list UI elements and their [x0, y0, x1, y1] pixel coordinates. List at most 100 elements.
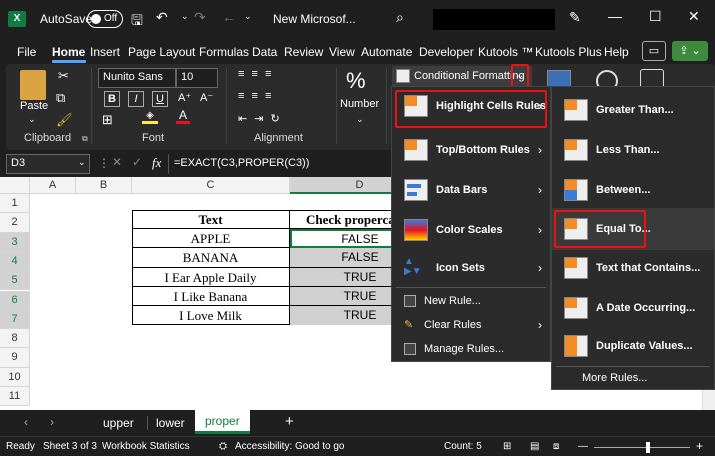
align-vertical-icons[interactable]: ≡ ≡ ≡	[238, 68, 273, 80]
row-header[interactable]: 6	[0, 290, 30, 310]
row-header[interactable]: 10	[0, 367, 30, 387]
row-header[interactable]: 5	[0, 271, 30, 291]
autosave-toggle[interactable]: Off	[87, 10, 123, 28]
sheet-tab-upper[interactable]: upper	[103, 416, 134, 430]
tab-home[interactable]: Home	[52, 45, 85, 59]
name-box-dropdown-icon[interactable]: ⌄	[78, 157, 86, 168]
menu-item-clear-rules[interactable]: ✎ Clear Rules ›	[392, 313, 550, 337]
menu-item-manage-rules[interactable]: Manage Rules...	[392, 337, 550, 361]
row-header[interactable]: 11	[0, 387, 30, 407]
pen-icon[interactable]: ✎	[569, 9, 581, 26]
underline-button[interactable]: U	[152, 91, 168, 107]
row-header[interactable]: 7	[0, 309, 30, 330]
tab-kutools[interactable]: Kutools ™	[478, 45, 533, 59]
redo-icon[interactable]: ↷	[194, 9, 206, 26]
paste-label[interactable]: Paste	[20, 100, 48, 112]
borders-icon[interactable]: ⊞	[102, 112, 113, 128]
row-header[interactable]: 1	[0, 194, 30, 214]
select-all-corner[interactable]	[0, 177, 30, 194]
bold-button[interactable]: B	[104, 91, 120, 107]
page-break-icon[interactable]: ⧈	[553, 441, 559, 452]
search-icon[interactable]: ⌕	[396, 9, 404, 26]
menu-item-color-scales[interactable]: Color Scales ›	[392, 211, 550, 249]
column-header[interactable]: B	[76, 177, 132, 194]
italic-button[interactable]: I	[128, 91, 144, 107]
accessibility-status[interactable]: Accessibility: Good to go	[235, 441, 345, 452]
header-cell-text[interactable]: Text	[132, 210, 290, 230]
tab-help[interactable]: Help	[604, 45, 629, 59]
formula-input[interactable]: =EXACT(C3,PROPER(C3))	[174, 157, 309, 169]
comments-icon[interactable]: ▭	[642, 41, 666, 61]
tab-review[interactable]: Review	[284, 45, 323, 59]
zoom-in-icon[interactable]: +	[696, 439, 703, 453]
row-header[interactable]: 9	[0, 348, 30, 368]
column-header[interactable]: C	[132, 177, 290, 194]
more-icon[interactable]: ⋮	[98, 156, 110, 170]
tab-page-layout[interactable]: Page Layout	[128, 45, 195, 59]
menu-item-data-bars[interactable]: Data Bars ›	[392, 171, 550, 209]
zoom-slider[interactable]	[594, 447, 690, 448]
font-color-icon[interactable]: A	[176, 108, 190, 124]
submenu-item-more-rules[interactable]: More Rules...	[582, 372, 647, 384]
tab-automate[interactable]: Automate	[361, 45, 412, 59]
table-cell[interactable]: I Ear Apple Daily	[132, 267, 290, 287]
menu-item-new-rule[interactable]: New Rule...	[392, 289, 550, 313]
submenu-item-text-contains[interactable]: Text that Contains...	[552, 249, 714, 287]
font-name-field[interactable]: Nunito Sans	[98, 68, 176, 88]
sheet-tab-active[interactable]: proper	[195, 410, 250, 434]
sheet-next-icon[interactable]: ›	[50, 415, 54, 429]
align-horizontal-icons[interactable]: ≡ ≡ ≡	[238, 90, 273, 102]
save-icon[interactable]: 🖫	[131, 10, 143, 34]
indent-icons[interactable]: ⇤ ⇥ ↻	[238, 112, 282, 125]
normal-view-icon[interactable]: ⊞	[503, 441, 511, 452]
tab-file[interactable]: File	[17, 45, 36, 59]
cancel-formula-icon[interactable]: ✕	[112, 155, 122, 169]
maximize-icon[interactable]: ☐	[649, 8, 662, 25]
enter-formula-icon[interactable]: ✓	[132, 155, 142, 169]
tab-formulas[interactable]: Formulas	[199, 45, 249, 59]
accessibility-icon[interactable]: ⛭	[219, 441, 227, 452]
menu-item-highlight-cells[interactable]: Highlight Cells Rules ›	[392, 87, 550, 128]
number-label[interactable]: Number	[340, 98, 379, 110]
fill-color-icon[interactable]: ◈	[142, 110, 158, 124]
tab-data[interactable]: Data	[252, 45, 277, 59]
back-icon[interactable]: ←	[222, 9, 236, 25]
submenu-item-date-occurring[interactable]: A Date Occurring...	[552, 289, 714, 327]
insert-function-icon[interactable]: fx	[152, 155, 161, 171]
row-header[interactable]: 8	[0, 329, 30, 349]
tab-view[interactable]: View	[329, 45, 355, 59]
zoom-handle[interactable]	[646, 442, 650, 453]
table-cell[interactable]: I Love Milk	[132, 306, 290, 326]
sheet-tab-lower[interactable]: lower	[156, 416, 185, 430]
table-cell[interactable]: APPLE	[132, 229, 290, 249]
close-icon[interactable]: ✕	[688, 8, 700, 25]
paste-icon[interactable]	[20, 70, 46, 100]
page-layout-icon[interactable]: ▤	[530, 441, 539, 452]
submenu-item-less-than[interactable]: Less Than...	[552, 131, 714, 169]
font-size-field[interactable]: 10	[176, 68, 218, 88]
menu-item-icon-sets[interactable]: ▲ ▶▼ Icon Sets ›	[392, 249, 550, 287]
submenu-item-between[interactable]: Between...	[552, 171, 714, 209]
tab-kutools-plus[interactable]: Kutools Plus	[535, 45, 602, 59]
add-sheet-icon[interactable]: +	[285, 413, 294, 430]
row-header[interactable]: 3	[0, 232, 30, 252]
row-header[interactable]: 2	[0, 213, 30, 233]
zoom-out-icon[interactable]: —	[578, 441, 588, 452]
workbook-statistics[interactable]: Workbook Statistics	[102, 441, 190, 452]
format-painter-icon[interactable]: 🖌	[56, 112, 73, 128]
font-shrink-icon[interactable]: A⁻	[200, 91, 213, 104]
qat-more-icon[interactable]: ⌄	[244, 11, 252, 22]
tab-insert[interactable]: Insert	[90, 45, 120, 59]
table-cell[interactable]: BANANA	[132, 248, 290, 268]
undo-icon[interactable]: ↶	[156, 9, 168, 26]
font-grow-icon[interactable]: A⁺	[178, 91, 191, 104]
paste-dropdown-icon[interactable]: ⌄	[28, 114, 36, 125]
number-dropdown-icon[interactable]: ⌄	[356, 114, 364, 125]
submenu-item-duplicate-values[interactable]: Duplicate Values...	[552, 327, 714, 365]
row-header[interactable]: 4	[0, 251, 30, 272]
cut-icon[interactable]: ✂	[58, 68, 69, 84]
table-cell[interactable]: I Like Banana	[132, 286, 290, 307]
number-format-icon[interactable]: %	[346, 68, 366, 94]
tab-developer[interactable]: Developer	[419, 45, 474, 59]
share-icon[interactable]: ⇪ ⌄	[672, 41, 708, 61]
